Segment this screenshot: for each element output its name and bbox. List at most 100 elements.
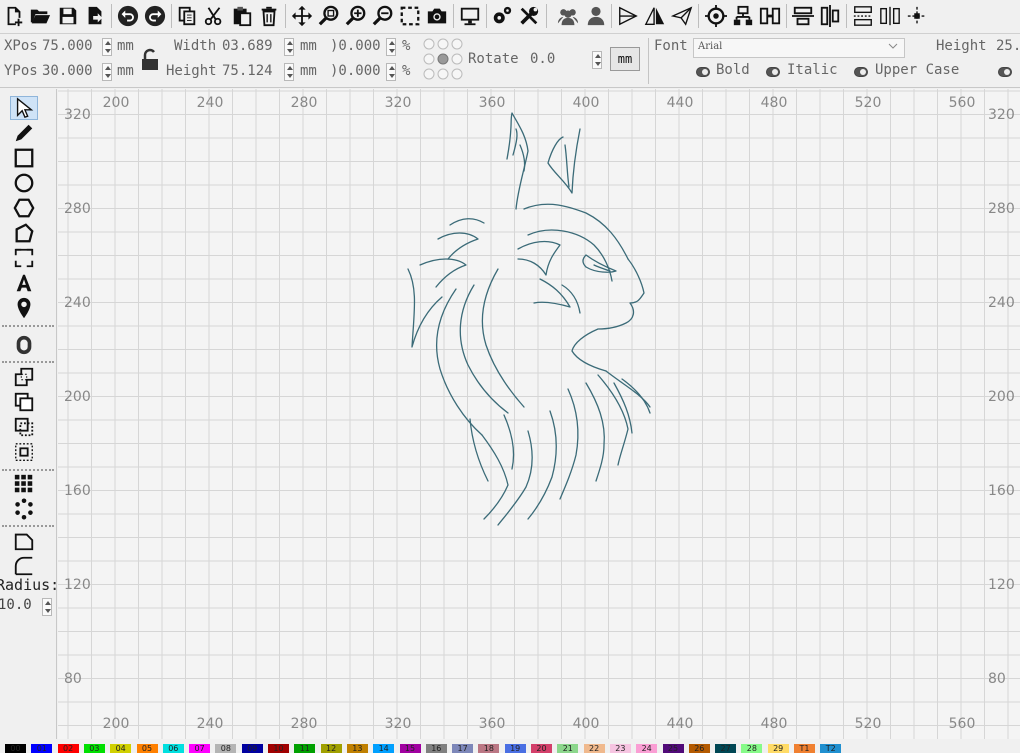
color-layer-swatch[interactable]: 04 [110,744,132,753]
new-file-icon[interactable] [2,3,26,29]
width-input[interactable]: 03.689 [222,38,273,54]
position-tool-icon[interactable] [10,296,38,320]
scale-width-input[interactable]: )0.000 [330,38,381,54]
color-layer-swatch[interactable]: 20 [531,744,552,753]
redo-icon[interactable] [143,3,167,29]
undo-icon[interactable] [116,3,140,29]
mirror-vertical-icon[interactable] [643,3,667,29]
font-select[interactable]: Arial [693,38,905,58]
monitor-icon[interactable] [458,3,482,29]
zoom-selection-icon[interactable] [398,3,422,29]
color-layer-swatch[interactable]: 18 [478,744,500,753]
color-layer-swatch[interactable]: 22 [583,744,605,753]
color-layer-swatch[interactable]: T2 [820,744,842,753]
move-icon[interactable] [290,3,314,29]
distribute-horizontal-icon[interactable] [851,3,875,29]
camera-icon[interactable] [425,3,449,29]
align-center-horizontal-icon[interactable] [791,3,815,29]
union-icon[interactable] [10,390,38,414]
lock-aspect-icon[interactable] [140,48,160,76]
ypos-input[interactable]: 30.000 [42,63,93,79]
align-center-vertical-icon[interactable] [818,3,842,29]
design-canvas[interactable]: 200 200 240 240 280 280 320 320 360 360 400 400 440 4… [58,89,1020,739]
tools-icon[interactable] [517,3,541,29]
color-layer-swatch[interactable]: T1 [794,744,815,753]
copy-icon[interactable] [175,3,199,29]
offset-tool-icon[interactable] [10,333,38,357]
bracket-rect-tool-icon[interactable] [10,246,38,270]
zoom-in-icon[interactable] [344,3,368,29]
color-layer-swatch[interactable]: 10 [268,744,289,753]
group-icon[interactable] [556,3,580,29]
delete-icon[interactable] [257,3,281,29]
distribute-width-icon[interactable] [878,3,902,29]
unit-toggle-button[interactable]: mm [610,47,640,71]
radius-input[interactable]: 10.0 [0,597,32,613]
upper-case-toggle[interactable] [854,67,868,77]
distribute-height-icon[interactable] [905,3,929,29]
color-layer-swatch[interactable]: 19 [504,744,526,753]
subtract-icon[interactable] [10,415,38,439]
ypos-spinner[interactable] [102,63,112,81]
align-tree-icon[interactable] [731,3,755,29]
color-layer-swatch[interactable]: 15 [399,744,421,753]
scale-height-spinner[interactable] [386,63,396,81]
rectangle-tool-icon[interactable] [10,146,38,170]
circular-array-icon[interactable] [10,497,38,521]
cut-icon[interactable] [202,3,226,29]
width-spinner[interactable] [284,38,294,56]
color-layer-swatch[interactable]: 06 [162,744,184,753]
xpos-spinner[interactable] [102,38,112,56]
color-layer-swatch[interactable]: 03 [83,744,105,753]
color-layer-swatch[interactable]: 25 [662,744,684,753]
user-icon[interactable] [584,3,608,29]
color-layer-swatch[interactable]: 05 [136,744,158,753]
zoom-out-icon[interactable] [371,3,395,29]
paste-icon[interactable] [230,3,254,29]
color-layer-swatch[interactable]: 14 [373,744,395,753]
height-input[interactable]: 75.124 [222,63,273,79]
pencil-tool-icon[interactable] [10,121,38,145]
extra-toggle[interactable] [998,67,1012,77]
color-layer-swatch[interactable]: 28 [741,744,763,753]
rotate-spinner[interactable] [592,51,602,69]
color-layer-swatch[interactable]: 02 [57,744,79,753]
radius-spinner[interactable] [42,598,52,616]
hexagon-tool-icon[interactable] [10,196,38,220]
grid-array-icon[interactable] [10,472,38,496]
select-tool-icon[interactable] [10,96,38,120]
color-layer-swatch[interactable]: 08 [215,744,237,753]
color-layer-swatch[interactable]: 29 [767,744,789,753]
zoom-page-icon[interactable] [317,3,341,29]
anchor-grid-icon[interactable] [422,37,464,85]
rotate-input[interactable]: 0.0 [530,51,555,67]
text-height-input[interactable]: 25. [996,38,1020,54]
color-layer-swatch[interactable]: 09 [241,744,263,753]
color-layer-swatch[interactable]: 07 [189,744,211,753]
target-icon[interactable] [704,3,728,29]
ellipse-tool-icon[interactable] [10,171,38,195]
color-layer-swatch[interactable]: 13 [346,744,368,753]
color-layer-swatch[interactable]: 24 [636,744,658,753]
bold-toggle[interactable] [696,67,710,77]
open-folder-icon[interactable] [28,3,52,29]
weld-icon[interactable] [10,365,38,389]
intersect-icon[interactable] [10,440,38,464]
save-icon[interactable] [56,3,80,29]
text-tool-icon[interactable] [10,271,38,295]
color-layer-swatch[interactable]: 17 [452,744,474,753]
color-layer-swatch[interactable]: 27 [715,744,737,753]
italic-toggle[interactable] [766,67,780,77]
color-layer-swatch[interactable]: 26 [688,744,710,753]
color-layer-swatch[interactable]: 00 [5,744,26,753]
send-icon[interactable] [670,3,694,29]
color-layer-swatch[interactable]: 11 [294,744,316,753]
polygon-tool-icon[interactable] [10,221,38,245]
align-bridge-icon[interactable] [758,3,782,29]
export-icon[interactable] [83,3,107,29]
corner-cut-icon[interactable] [10,529,38,553]
height-spinner[interactable] [284,63,294,81]
mirror-horizontal-icon[interactable] [616,3,640,29]
scale-width-spinner[interactable] [386,38,396,56]
color-layer-swatch[interactable]: 01 [31,744,53,753]
